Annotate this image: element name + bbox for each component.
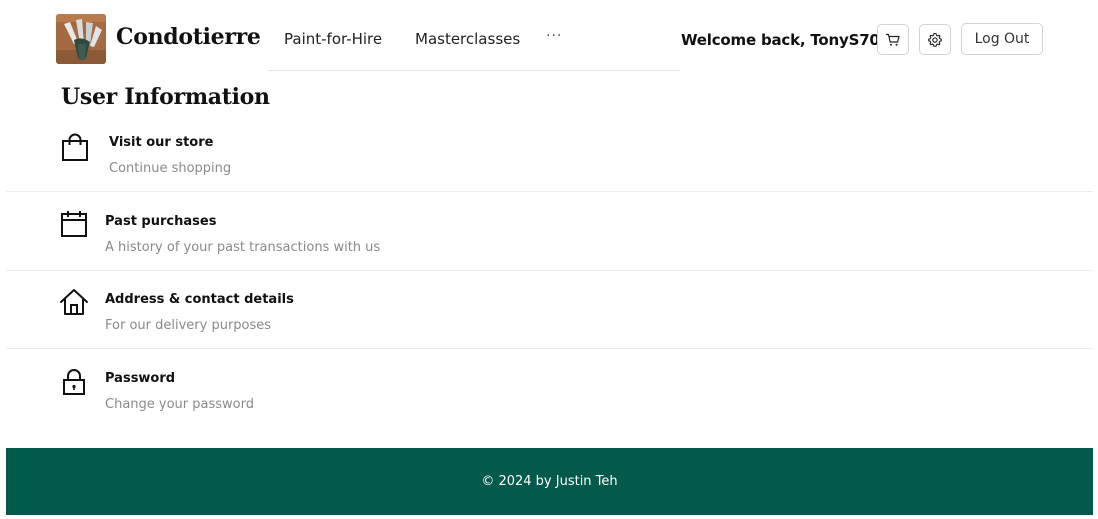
house-icon <box>60 289 88 315</box>
list-item-password[interactable]: Password Change your password <box>6 349 1093 429</box>
page-title: User Information <box>61 84 270 110</box>
list-item-title: Visit our store <box>109 135 214 150</box>
nav-more-menu[interactable]: ··· <box>546 28 562 44</box>
page-footer: © 2024 by Justin Teh <box>6 448 1093 515</box>
logo-image <box>56 14 106 64</box>
settings-button[interactable] <box>919 24 951 55</box>
list-item-past-purchases[interactable]: Past purchases A history of your past tr… <box>6 192 1093 271</box>
main-nav: Paint-for-Hire Masterclasses ··· <box>268 0 680 71</box>
list-item-subtitle: Change your password <box>105 397 254 412</box>
brand-name[interactable]: Condotierre <box>116 24 261 50</box>
top-header: Condotierre Paint-for-Hire Masterclasses… <box>0 0 1098 80</box>
cart-icon <box>885 33 900 46</box>
footer-copyright: © 2024 by Justin Teh <box>481 474 618 489</box>
welcome-message: Welcome back, TonyS70 <box>681 31 880 49</box>
nav-masterclasses[interactable]: Masterclasses <box>415 30 520 48</box>
shopping-bag-icon <box>62 133 88 161</box>
brand-logo[interactable] <box>56 14 106 64</box>
calendar-icon <box>61 211 87 237</box>
list-item-subtitle: Continue shopping <box>109 161 232 176</box>
list-item-title: Password <box>105 371 176 386</box>
list-item-visit-store[interactable]: Visit our store Continue shopping <box>6 112 1093 192</box>
log-out-button[interactable]: Log Out <box>961 23 1043 55</box>
list-item-title: Address & contact details <box>105 292 294 307</box>
list-item-subtitle: For our delivery purposes <box>105 318 272 333</box>
list-item-address-contact[interactable]: Address & contact details For our delive… <box>6 271 1093 349</box>
list-item-subtitle: A history of your past transactions with… <box>105 240 381 255</box>
nav-paint-for-hire[interactable]: Paint-for-Hire <box>284 30 382 48</box>
gear-icon <box>928 32 942 47</box>
lock-icon <box>63 369 85 395</box>
list-item-title: Past purchases <box>105 214 217 229</box>
cart-button[interactable] <box>877 24 909 55</box>
